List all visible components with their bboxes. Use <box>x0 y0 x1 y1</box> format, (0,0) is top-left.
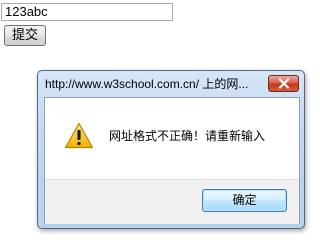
dialog-button-bar: 确定 <box>45 179 299 224</box>
dialog-body: 网址格式不正确！请重新输入 确定 <box>44 97 300 224</box>
alert-message: 网址格式不正确！请重新输入 <box>109 129 266 143</box>
message-area: 网址格式不正确！请重新输入 <box>45 98 299 178</box>
dialog-titlebar: http://www.w3school.com.cn/ 上的网... <box>38 71 304 97</box>
dialog-close-button[interactable] <box>268 75 299 92</box>
dialog-title: http://www.w3school.com.cn/ 上的网... <box>45 77 249 91</box>
submit-button[interactable]: 提交 <box>4 25 46 46</box>
close-icon <box>278 78 290 89</box>
ok-button[interactable]: 确定 <box>202 189 287 212</box>
url-input[interactable]: 123abc <box>1 3 173 21</box>
warning-icon <box>64 122 94 149</box>
alert-dialog: http://www.w3school.com.cn/ 上的网... 网址格式不… <box>37 70 305 229</box>
